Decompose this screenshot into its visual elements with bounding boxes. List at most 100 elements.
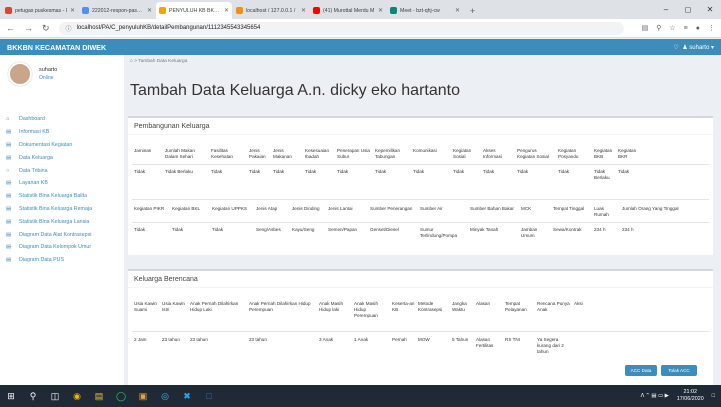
browser-tab[interactable]: (41) Murottal Merdu M ✕ (310, 2, 386, 19)
table-cell: Tidak (305, 169, 317, 174)
close-tab-icon[interactable]: ✕ (378, 7, 383, 14)
table-header: Metode Kontrasepsi (418, 301, 443, 312)
browser-tab[interactable]: PENYULUH KB BKKBN ✕ (156, 2, 232, 19)
table-header: Jenis Lantai (328, 206, 353, 211)
url-field[interactable]: ⓘ localhost/PA/C_penyuluhKB/detailPemban… (58, 21, 624, 35)
sidebar-item-icon: ▤ (6, 193, 12, 200)
forward-icon[interactable]: → (24, 23, 33, 33)
favicon-icon (5, 7, 12, 14)
sidebar-item[interactable]: ▤ Data Keluarga (0, 151, 124, 164)
close-tab-icon[interactable]: ✕ (301, 7, 306, 14)
address-bar: ← → ↻ ⓘ localhost/PA/C_penyuluhKB/detail… (0, 19, 721, 38)
sidebar-item[interactable]: ▤ Diagram Data Alat Kontrasepsi (0, 228, 124, 241)
file-explorer-icon[interactable]: ▤ (88, 385, 110, 407)
breadcrumb-current: Tambah Data Keluarga (138, 59, 188, 64)
sidebar-item-icon: ▤ (6, 141, 12, 148)
table-cell: Alasan Fertilitas (476, 337, 494, 348)
sidebar-item-label: Statistik Bina Keluarga Lansia (19, 218, 90, 225)
table-header: Jenis Pakaian (249, 148, 266, 159)
sidebar-item-icon: ▤ (6, 244, 12, 251)
table-header: Kegiatan BKB (594, 148, 613, 159)
table-cell: Seng/Asbes (256, 227, 281, 232)
new-tab-button[interactable]: + (464, 6, 481, 19)
browser-icon[interactable]: ◎ (154, 385, 176, 407)
reload-icon[interactable]: ↻ (42, 23, 50, 34)
sidebar-item-icon: ○ (6, 167, 10, 174)
menu-icon[interactable]: ⋮ (708, 24, 715, 32)
table-cell: MOW (418, 337, 430, 342)
windows-start-icon[interactable]: ⊞ (0, 385, 22, 407)
task-view-icon[interactable]: ◫ (44, 385, 66, 407)
breadcrumb: ⌂ > Tambah Data Keluarga (130, 59, 188, 64)
share-icon[interactable]: ♡ (674, 45, 679, 51)
sidebar-item-label: Diagram Data Kelompok Umur (19, 244, 92, 251)
table-header: Keserta-an KB (392, 301, 415, 312)
home-icon[interactable]: ⌂ (130, 59, 133, 64)
close-tab-icon[interactable]: ✕ (70, 7, 75, 14)
tray-icons[interactable]: Λ ⌃ ▤ ▭ ▶ (641, 393, 669, 399)
zoom-icon[interactable]: ⚲ (656, 24, 661, 32)
pembangunan-table: Jaminan Jumlah Makan Dalam Sehari Fasilita… (128, 118, 713, 257)
close-tab-icon[interactable]: ✕ (147, 7, 152, 14)
search-icon[interactable]: ⚲ (22, 385, 44, 407)
word-icon[interactable]: □ (198, 385, 220, 407)
sidebar-item[interactable]: ▤ Dokumentasi Kegiatan (0, 139, 124, 152)
sidebar-item[interactable]: ▤ Layanan KB (0, 177, 124, 190)
sidebar-item[interactable]: ▤ Informasi KB (0, 126, 124, 139)
info-icon[interactable]: ⓘ (66, 24, 72, 33)
browser-tab[interactable]: Meet - bzt-qhj-cw ✕ (387, 2, 463, 19)
sidebar-item[interactable]: ▤ Statistik Bina Keluarga Balita (0, 190, 124, 203)
table-cell: Tidak (134, 169, 146, 174)
close-window-icon[interactable]: ✕ (699, 0, 721, 19)
chrome-icon[interactable]: ◉ (66, 385, 88, 407)
user-panel: suharto Online (0, 55, 124, 93)
clock[interactable]: 21:02 17/06/2020 (677, 389, 704, 403)
table-cell: Tidak (273, 169, 285, 174)
maximize-icon[interactable]: ◻ (677, 0, 699, 19)
table-header: Rencana Punya Anak (537, 301, 570, 312)
acc-data-button[interactable]: ACC Data (625, 365, 657, 376)
sidebar-item-label: Diagram Data PUS (19, 257, 65, 264)
table-divider (132, 164, 709, 165)
tolak-acc-button[interactable]: Tolak ACC (661, 365, 697, 376)
sidebar-item[interactable]: ▤ Statistik Bina Keluarga Remaja (0, 203, 124, 216)
sidebar-item-label: Dokumentasi Kegiatan (19, 141, 73, 148)
sidebar: suharto Online ⌂ Dashboard ▤ Informasi KB ▤ D… (0, 55, 124, 385)
browser-tabbar: petugas puskesmas - I ✕ 222012-respon-pasa… (0, 0, 721, 19)
sidebar-item[interactable]: ▤ Diagram Data Kelompok Umur (0, 241, 124, 254)
table-header: Sumber Penerangan (370, 206, 413, 211)
vscode-icon[interactable]: ✖ (176, 385, 198, 407)
minimize-icon[interactable]: – (655, 0, 677, 19)
close-tab-icon[interactable]: ✕ (224, 7, 229, 14)
table-header: Komunikasi (413, 148, 437, 153)
table-cell: Ya Segera kurang dari 2 tahun (537, 337, 564, 354)
table-header: Jenis Dinding (292, 206, 320, 211)
profile-icon[interactable]: ● (696, 25, 700, 32)
tab-label: Meet - bzt-qhj-cw (400, 7, 440, 14)
user-status: Online (39, 75, 54, 81)
sidebar-item[interactable]: ▤ Statistik Bina Keluarga Lansia (0, 215, 124, 228)
sidebar-item-label: Statistik Bina Keluarga Remaja (19, 205, 93, 212)
table-cell: Tidak (375, 169, 387, 174)
sidebar-item[interactable]: ⌂ Dashboard (0, 113, 124, 126)
header-username[interactable]: suharto (689, 45, 709, 51)
back-icon[interactable]: ← (6, 23, 15, 33)
whatsapp-icon[interactable]: ◯ (110, 385, 132, 407)
xampp-icon[interactable]: ▣ (132, 385, 154, 407)
extension-icon[interactable]: ≡ (684, 25, 688, 32)
browser-tab[interactable]: petugas puskesmas - I ✕ (2, 2, 78, 19)
kb-box: Keluarga Berencana Usia Kawin Suami Usia … (128, 269, 713, 385)
table-cell: RS TNI (505, 337, 520, 342)
browser-tab[interactable]: localhost / 127.0.0.1 / ✕ (233, 2, 309, 19)
translate-icon[interactable]: ▤ (642, 24, 649, 32)
brand-logo[interactable]: BKKBN KECAMATAN DIWEK (7, 43, 106, 52)
notification-icon[interactable]: □ (712, 393, 715, 399)
sidebar-item[interactable]: ○ Data Tribina (0, 164, 124, 177)
table-header: Kegiatan Posyandu (558, 148, 579, 159)
browser-tab[interactable]: 222012-respon-pasang ✕ (79, 2, 155, 19)
close-tab-icon[interactable]: ✕ (455, 7, 460, 14)
table-header: Usia Kawin Suami (134, 301, 157, 312)
star-icon[interactable]: ☆ (669, 24, 675, 32)
sidebar-item[interactable]: ▤ Diagram Data PUS (0, 254, 124, 267)
table-cell: Sewa/Kontrak (553, 227, 582, 232)
